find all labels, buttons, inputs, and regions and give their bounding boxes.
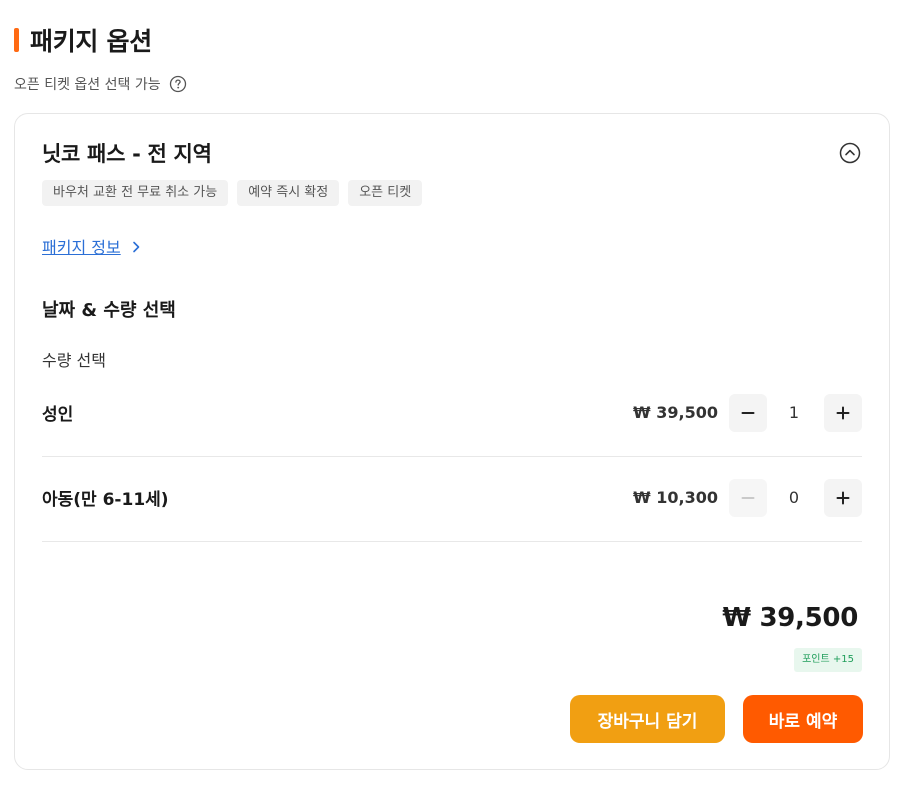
package-tags: 바우처 교환 전 무료 취소 가능 예약 즉시 확정 오픈 티켓 xyxy=(42,180,423,206)
row-price: ₩ 39,500 xyxy=(633,403,718,422)
quantity-value: 0 xyxy=(788,488,800,507)
quantity-row-child: 아동(만 6-11세) ₩ 10,300 0 xyxy=(42,457,862,542)
section-subtitle: 오픈 티켓 옵션 선택 가능 xyxy=(14,77,161,93)
decrease-button[interactable] xyxy=(729,394,767,432)
tag-free-cancel: 바우처 교환 전 무료 취소 가능 xyxy=(42,180,229,206)
section-title: 패키지 옵션 xyxy=(30,27,152,56)
package-title: 닛코 패스 - 전 지역 xyxy=(42,142,212,166)
book-now-button[interactable]: 바로 예약 xyxy=(743,695,863,743)
question-circle-icon[interactable] xyxy=(169,75,187,93)
total-price: ₩ 39,500 xyxy=(722,603,858,633)
points-badge: 포인트 +15 xyxy=(794,648,862,672)
accent-bar xyxy=(14,28,19,52)
chevron-right-icon xyxy=(131,239,141,253)
section-subtitle-row: 오픈 티켓 옵션 선택 가능 xyxy=(14,74,187,94)
plus-icon xyxy=(836,406,850,420)
increase-button[interactable] xyxy=(824,479,862,517)
package-info-link[interactable]: 패키지 정보 xyxy=(42,234,141,258)
tag-instant-confirm: 예약 즉시 확정 xyxy=(237,180,340,206)
add-to-cart-button[interactable]: 장바구니 담기 xyxy=(570,695,725,743)
date-quantity-title: 날짜 & 수량 선택 xyxy=(42,300,176,321)
row-label: 아동(만 6-11세) xyxy=(42,490,169,510)
row-price: ₩ 10,300 xyxy=(633,488,718,507)
decrease-button[interactable] xyxy=(729,479,767,517)
minus-icon xyxy=(741,412,755,414)
quantity-row-adult: 성인 ₩ 39,500 1 xyxy=(42,372,862,457)
tag-open-ticket: 오픈 티켓 xyxy=(348,180,423,206)
chevron-up-circle-icon[interactable] xyxy=(839,142,861,164)
row-label: 성인 xyxy=(42,405,74,425)
plus-icon xyxy=(836,491,850,505)
package-info-label: 패키지 정보 xyxy=(42,238,121,257)
minus-icon xyxy=(741,497,755,499)
quantity-value: 1 xyxy=(788,403,800,422)
section-header: 패키지 옵션 xyxy=(14,22,152,58)
increase-button[interactable] xyxy=(824,394,862,432)
package-card: 닛코 패스 - 전 지역 바우처 교환 전 무료 취소 가능 예약 즉시 확정 … xyxy=(14,113,890,770)
quantity-label: 수량 선택 xyxy=(42,351,106,370)
